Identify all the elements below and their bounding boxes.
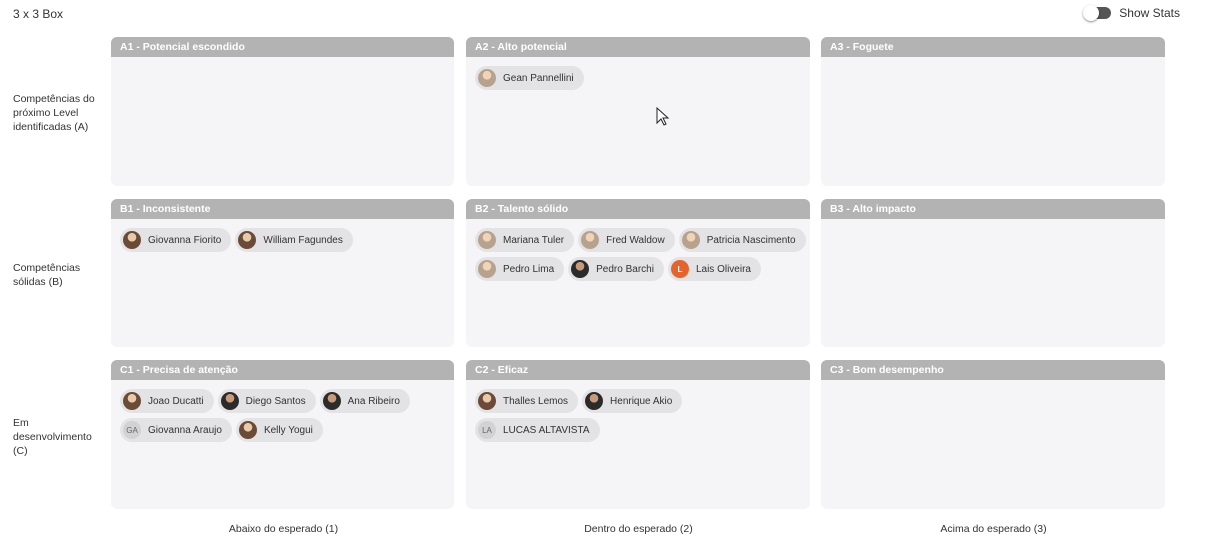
person-chip[interactable]: Kelly Yogui — [235, 418, 323, 442]
avatar — [681, 231, 700, 249]
person-chip[interactable]: Patricia Nascimento — [678, 228, 806, 252]
avatar — [585, 392, 604, 410]
box-a2-title: A2 - Alto potencial — [466, 37, 810, 57]
toggle-knob — [1083, 5, 1100, 21]
person-name: Joao Ducatti — [148, 395, 204, 407]
box-c1-people: Joao Ducatti Diego Santos Ana Ribeiro GA Gio… — [111, 380, 454, 442]
person-name: Patricia Nascimento — [706, 234, 796, 246]
box-c3-title: C3 - Bom desempenho — [821, 360, 1165, 380]
box-a3-title: A3 - Foguete — [821, 37, 1165, 57]
person-name: Gean Pannellini — [503, 72, 574, 84]
box-a2-people: Gean Pannellini — [466, 57, 810, 90]
avatar — [238, 231, 257, 249]
person-chip[interactable]: Joao Ducatti — [120, 389, 214, 413]
person-name: Ana Ribeiro — [347, 395, 400, 407]
person-chip[interactable]: Gean Pannellini — [475, 66, 584, 90]
avatar — [322, 392, 341, 410]
person-chip[interactable]: GA Giovanna Araujo — [120, 418, 232, 442]
page-title: 3 x 3 Box — [13, 7, 64, 21]
box-b2-title: B2 - Talento sólido — [466, 199, 810, 219]
mouse-pointer-icon — [656, 107, 670, 126]
box-a1-people — [111, 57, 454, 66]
box-b1-people: Giovanna Fiorito William Fagundes — [111, 219, 454, 252]
box-b3-people — [821, 219, 1165, 228]
person-chip[interactable]: Fred Waldow — [578, 228, 675, 252]
row-label-b: Competências sólidas (B) — [13, 262, 81, 288]
box-c3-people — [821, 380, 1165, 389]
box-b3[interactable]: B3 - Alto impacto — [821, 199, 1165, 347]
person-chip[interactable]: Pedro Lima — [475, 257, 565, 281]
box-a3[interactable]: A3 - Foguete — [821, 37, 1165, 186]
box-a3-people — [821, 57, 1165, 66]
person-name: Giovanna Araujo — [148, 424, 222, 436]
person-chip[interactable]: Pedro Barchi — [568, 257, 664, 281]
box-a1[interactable]: A1 - Potencial escondido — [111, 37, 454, 186]
person-name: Thalles Lemos — [503, 395, 569, 407]
row-label-c: Em desenvolvimento (C) — [13, 417, 92, 457]
person-name: Kelly Yogui — [263, 424, 313, 436]
avatar — [478, 69, 496, 87]
person-chip[interactable]: Ana Ribeiro — [319, 389, 410, 413]
box-c2-title: C2 - Eficaz — [466, 360, 810, 380]
column-label-3: Acima do esperado (3) — [940, 523, 1047, 535]
box-c1[interactable]: C1 - Precisa de atenção Joao Ducatti Dieg… — [111, 360, 454, 509]
person-name: William Fagundes — [263, 234, 343, 246]
show-stats-control[interactable]: Show Stats — [1083, 5, 1180, 21]
box-c1-title: C1 - Precisa de atenção — [111, 360, 454, 380]
person-chip[interactable]: L Lais Oliveira — [667, 257, 761, 281]
person-name: Lais Oliveira — [695, 263, 751, 275]
column-label-2: Dentro do esperado (2) — [584, 523, 693, 535]
person-name: Giovanna Fiorito — [148, 234, 222, 246]
show-stats-label: Show Stats — [1119, 6, 1180, 20]
avatar — [123, 231, 141, 249]
box-a1-title: A1 - Potencial escondido — [111, 37, 454, 57]
avatar — [220, 392, 239, 410]
avatar: LA — [478, 421, 496, 439]
column-label-1: Abaixo do esperado (1) — [228, 523, 339, 535]
person-name: Pedro Lima — [503, 263, 555, 275]
person-chip[interactable]: Thalles Lemos — [475, 389, 579, 413]
person-chip[interactable]: William Fagundes — [235, 228, 353, 252]
person-chip[interactable]: Mariana Tuler — [475, 228, 575, 252]
person-chip[interactable]: Diego Santos — [217, 389, 316, 413]
box-c3[interactable]: C3 - Bom desempenho — [821, 360, 1165, 509]
box-b3-title: B3 - Alto impacto — [821, 199, 1165, 219]
box-b2-people: Mariana Tuler Fred Waldow Patricia Nascime… — [466, 219, 810, 281]
person-name: LUCAS ALTAVISTA — [503, 424, 590, 436]
box-c2[interactable]: C2 - Eficaz Thalles Lemos Henrique Akio LA… — [466, 360, 810, 509]
avatar — [581, 231, 600, 249]
avatar — [238, 421, 257, 439]
box-a2[interactable]: A2 - Alto potencial Gean Pannellini — [466, 37, 810, 186]
person-name: Mariana Tuler — [503, 234, 565, 246]
avatar: GA — [123, 421, 141, 439]
avatar — [478, 260, 496, 278]
box-b1-title: B1 - Inconsistente — [111, 199, 454, 219]
box-c2-people: Thalles Lemos Henrique Akio LA LUCAS ALTAVI… — [466, 380, 810, 442]
row-label-a: Competências do próximo Level identifica… — [13, 93, 95, 133]
person-name: Henrique Akio — [610, 395, 673, 407]
box-b2[interactable]: B2 - Talento sólido Mariana Tuler Fred Wa… — [466, 199, 810, 347]
person-name: Diego Santos — [245, 395, 306, 407]
avatar — [571, 260, 590, 278]
avatar — [478, 392, 496, 410]
avatar — [123, 392, 141, 410]
person-name: Pedro Barchi — [596, 263, 654, 275]
box-b1[interactable]: B1 - Inconsistente Giovanna Fiorito Willi… — [111, 199, 454, 347]
person-chip[interactable]: Giovanna Fiorito — [120, 228, 232, 252]
person-name: Fred Waldow — [606, 234, 665, 246]
avatar — [478, 231, 496, 249]
person-chip[interactable]: LA LUCAS ALTAVISTA — [475, 418, 600, 442]
show-stats-toggle[interactable] — [1083, 5, 1112, 21]
avatar: L — [670, 260, 689, 278]
person-chip[interactable]: Henrique Akio — [582, 389, 683, 413]
